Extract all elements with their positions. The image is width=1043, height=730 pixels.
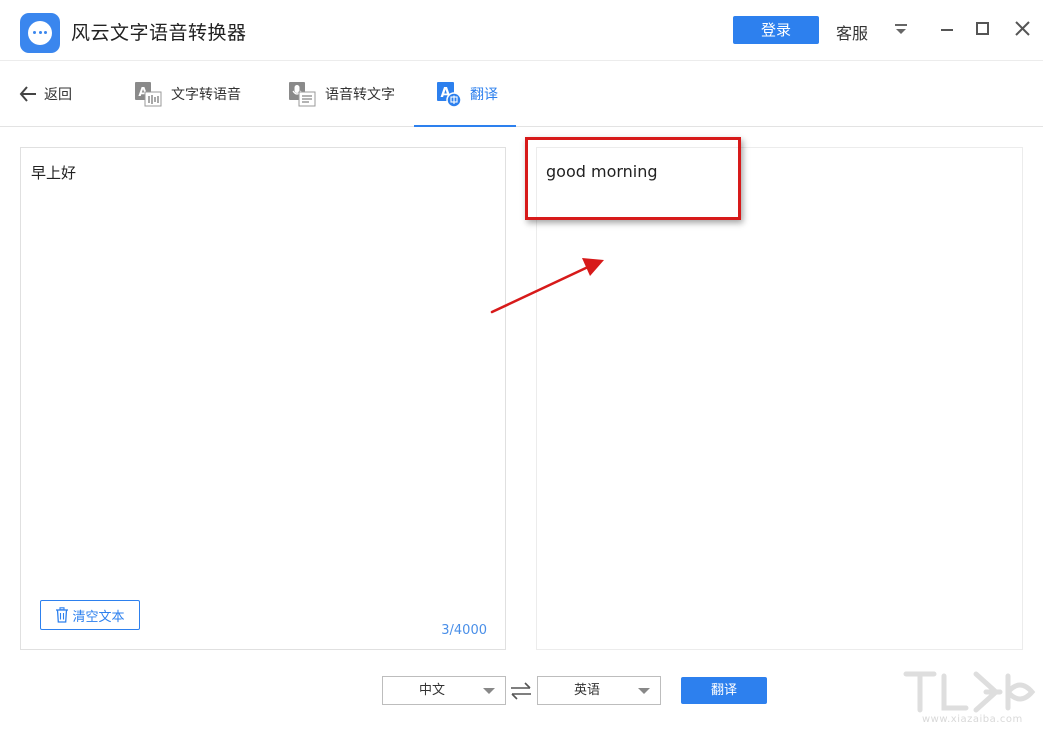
maximize-icon[interactable] [972, 18, 994, 40]
translate-icon: A [437, 82, 462, 108]
tab-label: 翻译 [470, 87, 498, 103]
close-icon[interactable] [1012, 18, 1034, 40]
trash-icon [56, 607, 69, 623]
source-language-select[interactable]: 中文 [382, 676, 506, 705]
tab-label: 文字转语音 [171, 87, 241, 103]
source-text-input[interactable]: 早上好 [31, 162, 76, 183]
app-logo-icon [20, 13, 60, 53]
chevron-down-icon [638, 688, 650, 694]
chevron-down-icon [483, 688, 495, 694]
tab-translate[interactable]: A 翻译 [414, 61, 516, 127]
tab-label: 语音转文字 [325, 87, 395, 103]
translate-button[interactable]: 翻译 [681, 677, 767, 704]
nav-bar: 返回 A 文字转语音 语音转文字 A 翻译 [0, 60, 1043, 127]
source-language-value: 中文 [418, 683, 445, 698]
app-title: 风云文字语音转换器 [71, 22, 247, 44]
character-count: 3/4000 [441, 623, 487, 638]
translation-result-panel: good morning [536, 147, 1023, 650]
back-button[interactable]: 返回 [18, 81, 72, 107]
annotation-arrow-icon [490, 258, 604, 314]
clear-text-label: 清空文本 [72, 609, 125, 625]
target-language-value: 英语 [573, 683, 600, 698]
watermark-logo-icon [903, 671, 1036, 713]
back-label: 返回 [44, 87, 72, 103]
swap-languages-icon[interactable] [509, 681, 533, 701]
text-to-speech-icon: A [135, 82, 162, 107]
minimize-icon[interactable] [936, 18, 958, 40]
target-language-select[interactable]: 英语 [537, 676, 661, 705]
dropdown-menu-icon[interactable] [890, 18, 912, 40]
annotation-highlight-box [525, 137, 741, 220]
customer-service-button[interactable]: 客服 [836, 20, 868, 44]
source-text-panel[interactable]: 早上好 清空文本 3/4000 [20, 147, 506, 650]
title-bar: 风云文字语音转换器 登录 客服 [0, 0, 1043, 60]
active-tab-indicator [414, 125, 516, 127]
login-button[interactable]: 登录 [733, 16, 819, 44]
clear-text-button[interactable]: 清空文本 [40, 600, 140, 630]
watermark-url: www.xiazaiba.com [922, 714, 1023, 725]
speech-to-text-icon [289, 82, 316, 107]
watermark-logo: www.xiazaiba.com [900, 668, 1040, 728]
tab-text-to-speech[interactable]: A 文字转语音 [133, 61, 241, 127]
tab-speech-to-text[interactable]: 语音转文字 [287, 61, 395, 127]
back-arrow-icon [19, 86, 36, 102]
